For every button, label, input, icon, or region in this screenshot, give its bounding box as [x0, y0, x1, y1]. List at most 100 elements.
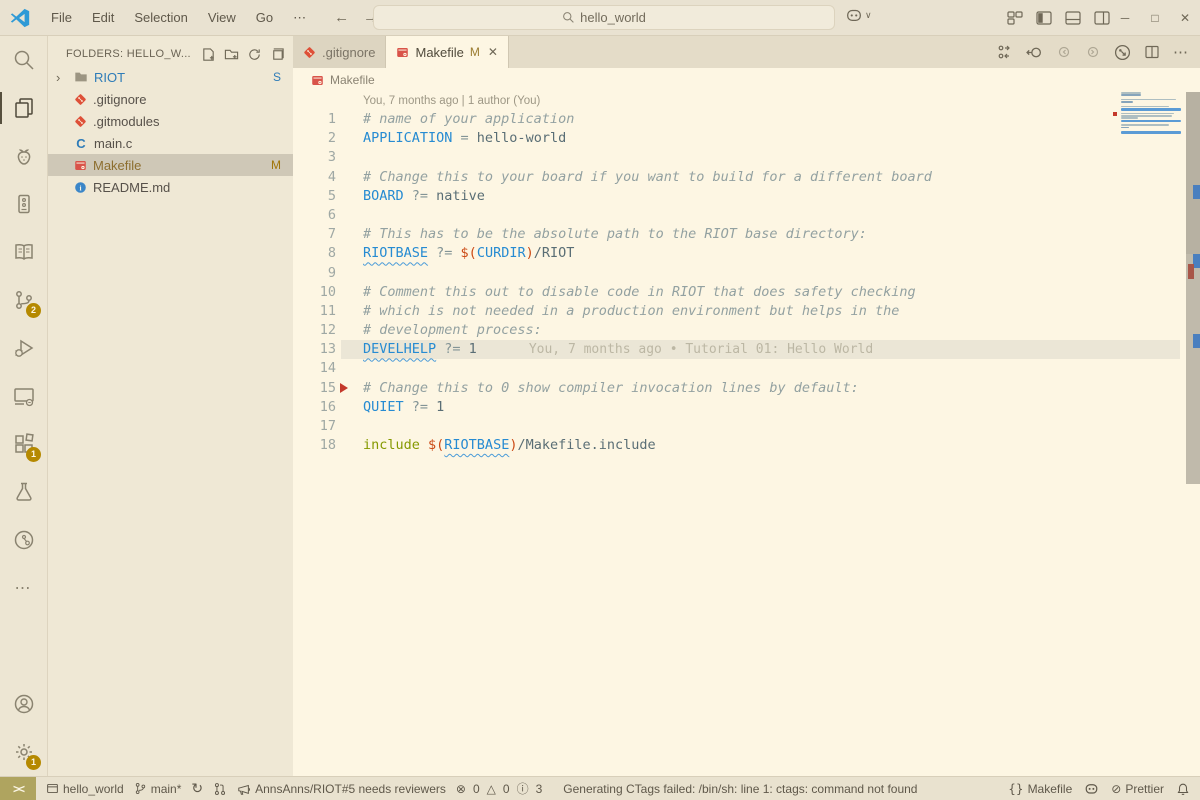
formatter-indicator[interactable]: ⊘ Prettier: [1111, 782, 1164, 796]
menu-view[interactable]: View: [198, 1, 246, 35]
tab-label: .gitignore: [322, 45, 375, 60]
code-line-3[interactable]: 3: [293, 148, 1200, 167]
maximize-button[interactable]: □: [1140, 0, 1170, 36]
file-tree: ›RIOTS.gitignore.gitmodulesCmain.cMakefi…: [48, 66, 293, 198]
chevron-down-icon: ∨: [865, 10, 872, 21]
workspace-indicator[interactable]: hello_world: [46, 782, 124, 796]
customize-layout-icon[interactable]: [1007, 10, 1023, 26]
open-changes-icon[interactable]: [997, 44, 1013, 60]
tab-gitignore[interactable]: .gitignore: [293, 36, 386, 68]
code-line-12[interactable]: 12# development process:: [293, 321, 1200, 340]
activity-settings[interactable]: 1: [0, 728, 47, 776]
file-tree-item-readme.md[interactable]: iREADME.md: [48, 176, 293, 198]
code-line-17[interactable]: 17: [293, 417, 1200, 436]
pr-review-notification[interactable]: AnnsAnns/RIOT#5 needs reviewers: [237, 782, 446, 796]
tab-close-icon[interactable]: ✕: [488, 45, 498, 59]
close-button[interactable]: ✕: [1170, 0, 1200, 36]
back-arrow-icon[interactable]: ←: [334, 9, 349, 26]
branch-indicator[interactable]: main*: [134, 782, 182, 796]
collapse-all-icon[interactable]: [270, 47, 285, 62]
folders-section-title[interactable]: FOLDERS: HELLO_W...: [66, 48, 191, 60]
line-number: 6: [293, 206, 336, 225]
code-line-13[interactable]: 13DEVELHELP ?= 1You, 7 months ago • Tuto…: [293, 340, 1200, 359]
tab-makefile[interactable]: Makefile M ✕: [386, 36, 508, 68]
activity-book[interactable]: [0, 228, 47, 276]
window-icon: [46, 782, 59, 795]
line-number: 14: [293, 359, 336, 378]
menu-file[interactable]: File: [41, 1, 82, 35]
sync-icon[interactable]: ↻: [191, 781, 203, 797]
line-number: 10: [293, 283, 336, 302]
code-line-18[interactable]: 18include $(RIOTBASE)/Makefile.include: [293, 436, 1200, 455]
activity-search[interactable]: [0, 36, 47, 84]
code-line-6[interactable]: 6: [293, 206, 1200, 225]
code-line-16[interactable]: 16QUIET ?= 1: [293, 398, 1200, 417]
code-editor[interactable]: You, 7 months ago | 1 author (You) 1# na…: [293, 92, 1200, 776]
git-icon: [74, 93, 87, 106]
new-folder-icon[interactable]: [224, 47, 239, 62]
code-line-2[interactable]: 2APPLICATION = hello-world: [293, 129, 1200, 148]
toggle-sidebar-icon[interactable]: [1036, 10, 1052, 26]
toggle-panel-icon[interactable]: [1065, 10, 1081, 26]
code-text: DEVELHELP ?= 1: [363, 340, 477, 359]
command-center-search[interactable]: hello_world: [373, 5, 835, 30]
next-change-icon[interactable]: [1085, 44, 1101, 60]
code-line-7[interactable]: 7# This has to be the absolute path to t…: [293, 225, 1200, 244]
breadcrumb[interactable]: Makefile: [293, 68, 1200, 92]
activity-extensions[interactable]: 1: [0, 420, 47, 468]
activity-remote-explorer[interactable]: [0, 372, 47, 420]
code-line-8[interactable]: 8RIOTBASE ?= $(CURDIR)/RIOT: [293, 244, 1200, 263]
file-tree-item-gitmodules[interactable]: .gitmodules: [48, 110, 293, 132]
activity-testing[interactable]: [0, 468, 47, 516]
breadcrumb-item[interactable]: Makefile: [330, 73, 375, 87]
menu-go[interactable]: Go: [246, 1, 283, 35]
activity-account[interactable]: [0, 680, 47, 728]
code-line-5[interactable]: 5BOARD ?= native: [293, 187, 1200, 206]
activity-notebook[interactable]: [0, 180, 47, 228]
minimap[interactable]: [1121, 92, 1183, 142]
code-line-11[interactable]: 11# which is not needed in a production …: [293, 302, 1200, 321]
toggle-secondary-sidebar-icon[interactable]: [1094, 10, 1110, 26]
file-tree-item-gitignore[interactable]: .gitignore: [48, 88, 293, 110]
previous-change-icon[interactable]: [1056, 44, 1072, 60]
copilot-status[interactable]: [1084, 781, 1099, 796]
more-actions-icon[interactable]: ⋯: [1173, 43, 1188, 61]
code-line-9[interactable]: 9: [293, 264, 1200, 283]
activity-source-control[interactable]: 2: [0, 276, 47, 324]
menu-selection[interactable]: Selection: [124, 1, 197, 35]
editor-group: .gitignore Makefile M ✕ ⋯: [293, 36, 1200, 776]
minimize-button[interactable]: ─: [1110, 0, 1140, 36]
code-line-14[interactable]: 14: [293, 359, 1200, 378]
refresh-icon[interactable]: [247, 47, 262, 62]
file-tree-item-riot[interactable]: ›RIOTS: [48, 66, 293, 88]
code-text: include $(RIOTBASE)/Makefile.include: [363, 436, 656, 455]
berry-icon: [12, 144, 36, 168]
problems-indicator[interactable]: ⊗0 △0 ⓘ3: [456, 780, 545, 797]
menu-edit[interactable]: Edit: [82, 1, 124, 35]
editor-scrollbar[interactable]: [1186, 92, 1200, 484]
remote-indicator[interactable]: ><: [0, 777, 36, 800]
file-tree-item-makefile[interactable]: MakefileM: [48, 154, 293, 176]
language-mode-indicator[interactable]: {} Makefile: [1008, 782, 1072, 796]
git-icon: [74, 115, 87, 128]
pull-request-icon[interactable]: [213, 782, 227, 796]
new-file-icon[interactable]: [201, 47, 216, 62]
code-line-15[interactable]: 15# Change this to 0 show compiler invoc…: [293, 379, 1200, 398]
activity-more[interactable]: ⋯: [0, 564, 47, 612]
menu-more[interactable]: ⋯: [283, 1, 316, 35]
file-tree-item-main.c[interactable]: Cmain.c: [48, 132, 293, 154]
activity-run-debug[interactable]: [0, 324, 47, 372]
activity-graph[interactable]: [0, 516, 47, 564]
run-icon[interactable]: [1114, 44, 1131, 61]
activity-berry[interactable]: [0, 132, 47, 180]
code-line-1[interactable]: 1# name of your application: [293, 110, 1200, 129]
code-line-4[interactable]: 4# Change this to your board if you want…: [293, 168, 1200, 187]
code-text: QUIET ?= 1: [363, 398, 444, 417]
go-back-icon[interactable]: [1026, 44, 1043, 61]
code-text: APPLICATION = hello-world: [363, 129, 566, 148]
notifications-bell[interactable]: [1176, 782, 1190, 796]
split-editor-icon[interactable]: [1144, 44, 1160, 60]
activity-explorer[interactable]: [0, 84, 47, 132]
code-line-10[interactable]: 10# Comment this out to disable code in …: [293, 283, 1200, 302]
copilot-menu[interactable]: ∨: [845, 6, 872, 24]
